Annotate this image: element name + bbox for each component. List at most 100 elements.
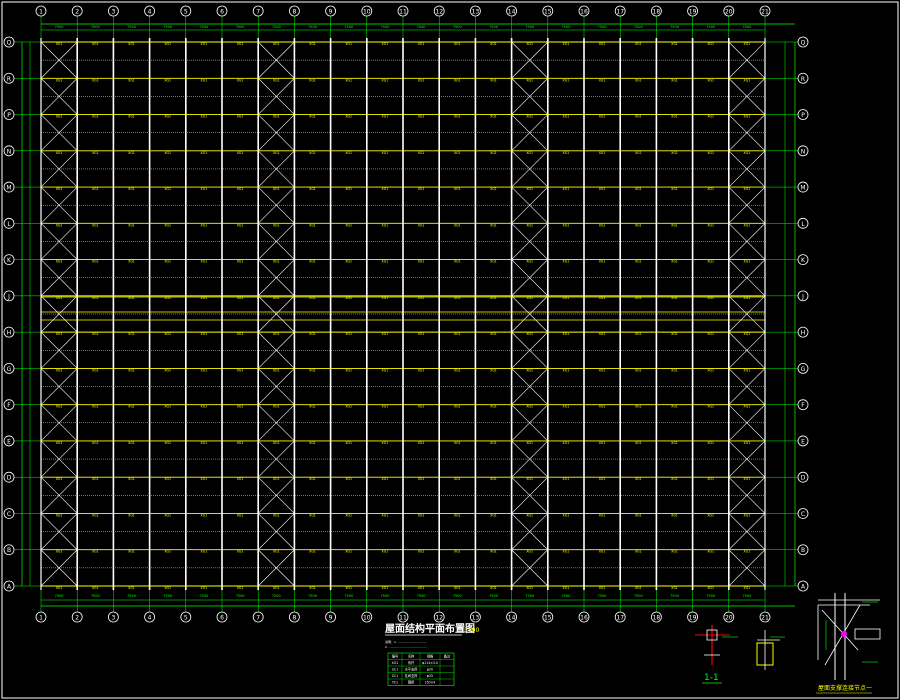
member-label: XG1 (56, 332, 63, 336)
top-bay-dim: 7500 (91, 25, 100, 29)
member-label: XG1 (164, 477, 171, 481)
member-label: XG1 (744, 441, 751, 445)
row-bubble-right-label: E (801, 438, 805, 445)
member-label: XG1 (164, 550, 171, 554)
member-label: XG1 (563, 405, 570, 409)
member-label: XG1 (707, 42, 714, 46)
member-label: XG1 (237, 513, 244, 517)
member-label: XG1 (56, 477, 63, 481)
member-label: XG1 (309, 115, 316, 119)
member-label: XG1 (201, 586, 208, 590)
row-bubble-left-label: D (7, 475, 12, 482)
member-label: XG1 (454, 296, 461, 300)
member-label: XG1 (418, 260, 425, 264)
member-label: XG1 (599, 477, 606, 481)
member-label: XG1 (273, 586, 280, 590)
member-label: XG1 (526, 513, 533, 517)
member-label: XG1 (635, 42, 642, 46)
member-label: XG1 (418, 441, 425, 445)
member-label: XG1 (309, 368, 316, 372)
member-label: XG1 (671, 260, 678, 264)
table-cell: 水平支撑 (405, 667, 419, 672)
member-label: XG1 (382, 151, 389, 155)
table-cell: L50×4 (425, 681, 436, 685)
member-label: XG1 (273, 151, 280, 155)
member-label: XG1 (92, 332, 99, 336)
row-bubble-right-label: N (801, 148, 806, 155)
member-label: XG1 (599, 513, 606, 517)
row-bubble-left-label: J (7, 293, 10, 300)
member-label: XG1 (418, 78, 425, 82)
member-label: XG1 (92, 477, 99, 481)
member-label: XG1 (345, 332, 352, 336)
member-label: XG1 (671, 513, 678, 517)
column-bubble-top-label: 18 (653, 9, 661, 16)
column-bubble-top-label: 16 (580, 9, 588, 16)
row-bubble-left-label: R (7, 76, 11, 83)
member-label: XG1 (671, 296, 678, 300)
member-label: XG1 (128, 223, 135, 227)
member-label: XG1 (92, 115, 99, 119)
top-bay-dim: 7500 (453, 25, 462, 29)
table-cell: XG1 (392, 661, 399, 665)
column-bubble-bottom-label: 16 (580, 615, 588, 622)
row-bubble-left-label: H (7, 330, 12, 337)
member-label: XG1 (418, 477, 425, 481)
member-label: XG1 (382, 187, 389, 191)
member-label: XG1 (418, 296, 425, 300)
bottom-bay-dim: 7500 (706, 594, 715, 598)
member-label: XG1 (454, 513, 461, 517)
member-label: XG1 (418, 115, 425, 119)
member-label: XG1 (526, 405, 533, 409)
bottom-bay-dim: 7500 (489, 594, 498, 598)
member-label: XG1 (56, 405, 63, 409)
member-label: XG1 (490, 151, 497, 155)
node-bolt (841, 631, 847, 637)
cad-drawing: 7500 7500 7500 7500 7500 7500 7500 7500 7500 7500… (0, 0, 900, 700)
member-label: XG1 (201, 296, 208, 300)
member-label: XG1 (707, 223, 714, 227)
member-label: XG1 (128, 405, 135, 409)
top-bay-dim: 7500 (706, 25, 715, 29)
row-bubble-right-label: H (801, 330, 806, 337)
member-label: XG1 (671, 405, 678, 409)
member-label: XG1 (237, 115, 244, 119)
top-bay-dim: 7500 (380, 25, 389, 29)
member-label: XG1 (418, 405, 425, 409)
member-label: XG1 (526, 550, 533, 554)
member-label: XG1 (526, 223, 533, 227)
member-label: XG1 (382, 550, 389, 554)
member-label: XG1 (345, 187, 352, 191)
member-label: XG1 (382, 332, 389, 336)
member-label: XG1 (454, 151, 461, 155)
table-cell: 名称 (408, 654, 415, 659)
column-bubble-top-label: 6 (220, 9, 224, 16)
member-label: XG1 (309, 151, 316, 155)
member-label: XG1 (490, 586, 497, 590)
top-bay-dim: 7500 (670, 25, 679, 29)
member-label: XG1 (599, 260, 606, 264)
member-label: XG1 (164, 586, 171, 590)
member-label: XG1 (671, 151, 678, 155)
member-label: XG1 (92, 296, 99, 300)
member-label: XG1 (526, 78, 533, 82)
column-bubble-top-label: 4 (148, 9, 152, 16)
member-label: XG1 (273, 260, 280, 264)
member-label: XG1 (707, 78, 714, 82)
column-bubble-bottom-label: 1 (39, 615, 43, 622)
member-label: XG1 (201, 187, 208, 191)
member-label: XG1 (273, 441, 280, 445)
member-label: XG1 (164, 42, 171, 46)
member-label: XG1 (526, 260, 533, 264)
member-label: XG1 (635, 187, 642, 191)
column-bubble-top-label: 1 (39, 9, 43, 16)
member-label: XG1 (56, 223, 63, 227)
member-label: XG1 (201, 513, 208, 517)
row-bubble-left-label: M (6, 185, 11, 192)
column-bubble-bottom-label: 21 (761, 615, 769, 622)
member-label: XG1 (345, 151, 352, 155)
member-label: XG1 (237, 260, 244, 264)
member-label: XG1 (744, 368, 751, 372)
member-label: XG1 (671, 368, 678, 372)
member-label: XG1 (345, 223, 352, 227)
